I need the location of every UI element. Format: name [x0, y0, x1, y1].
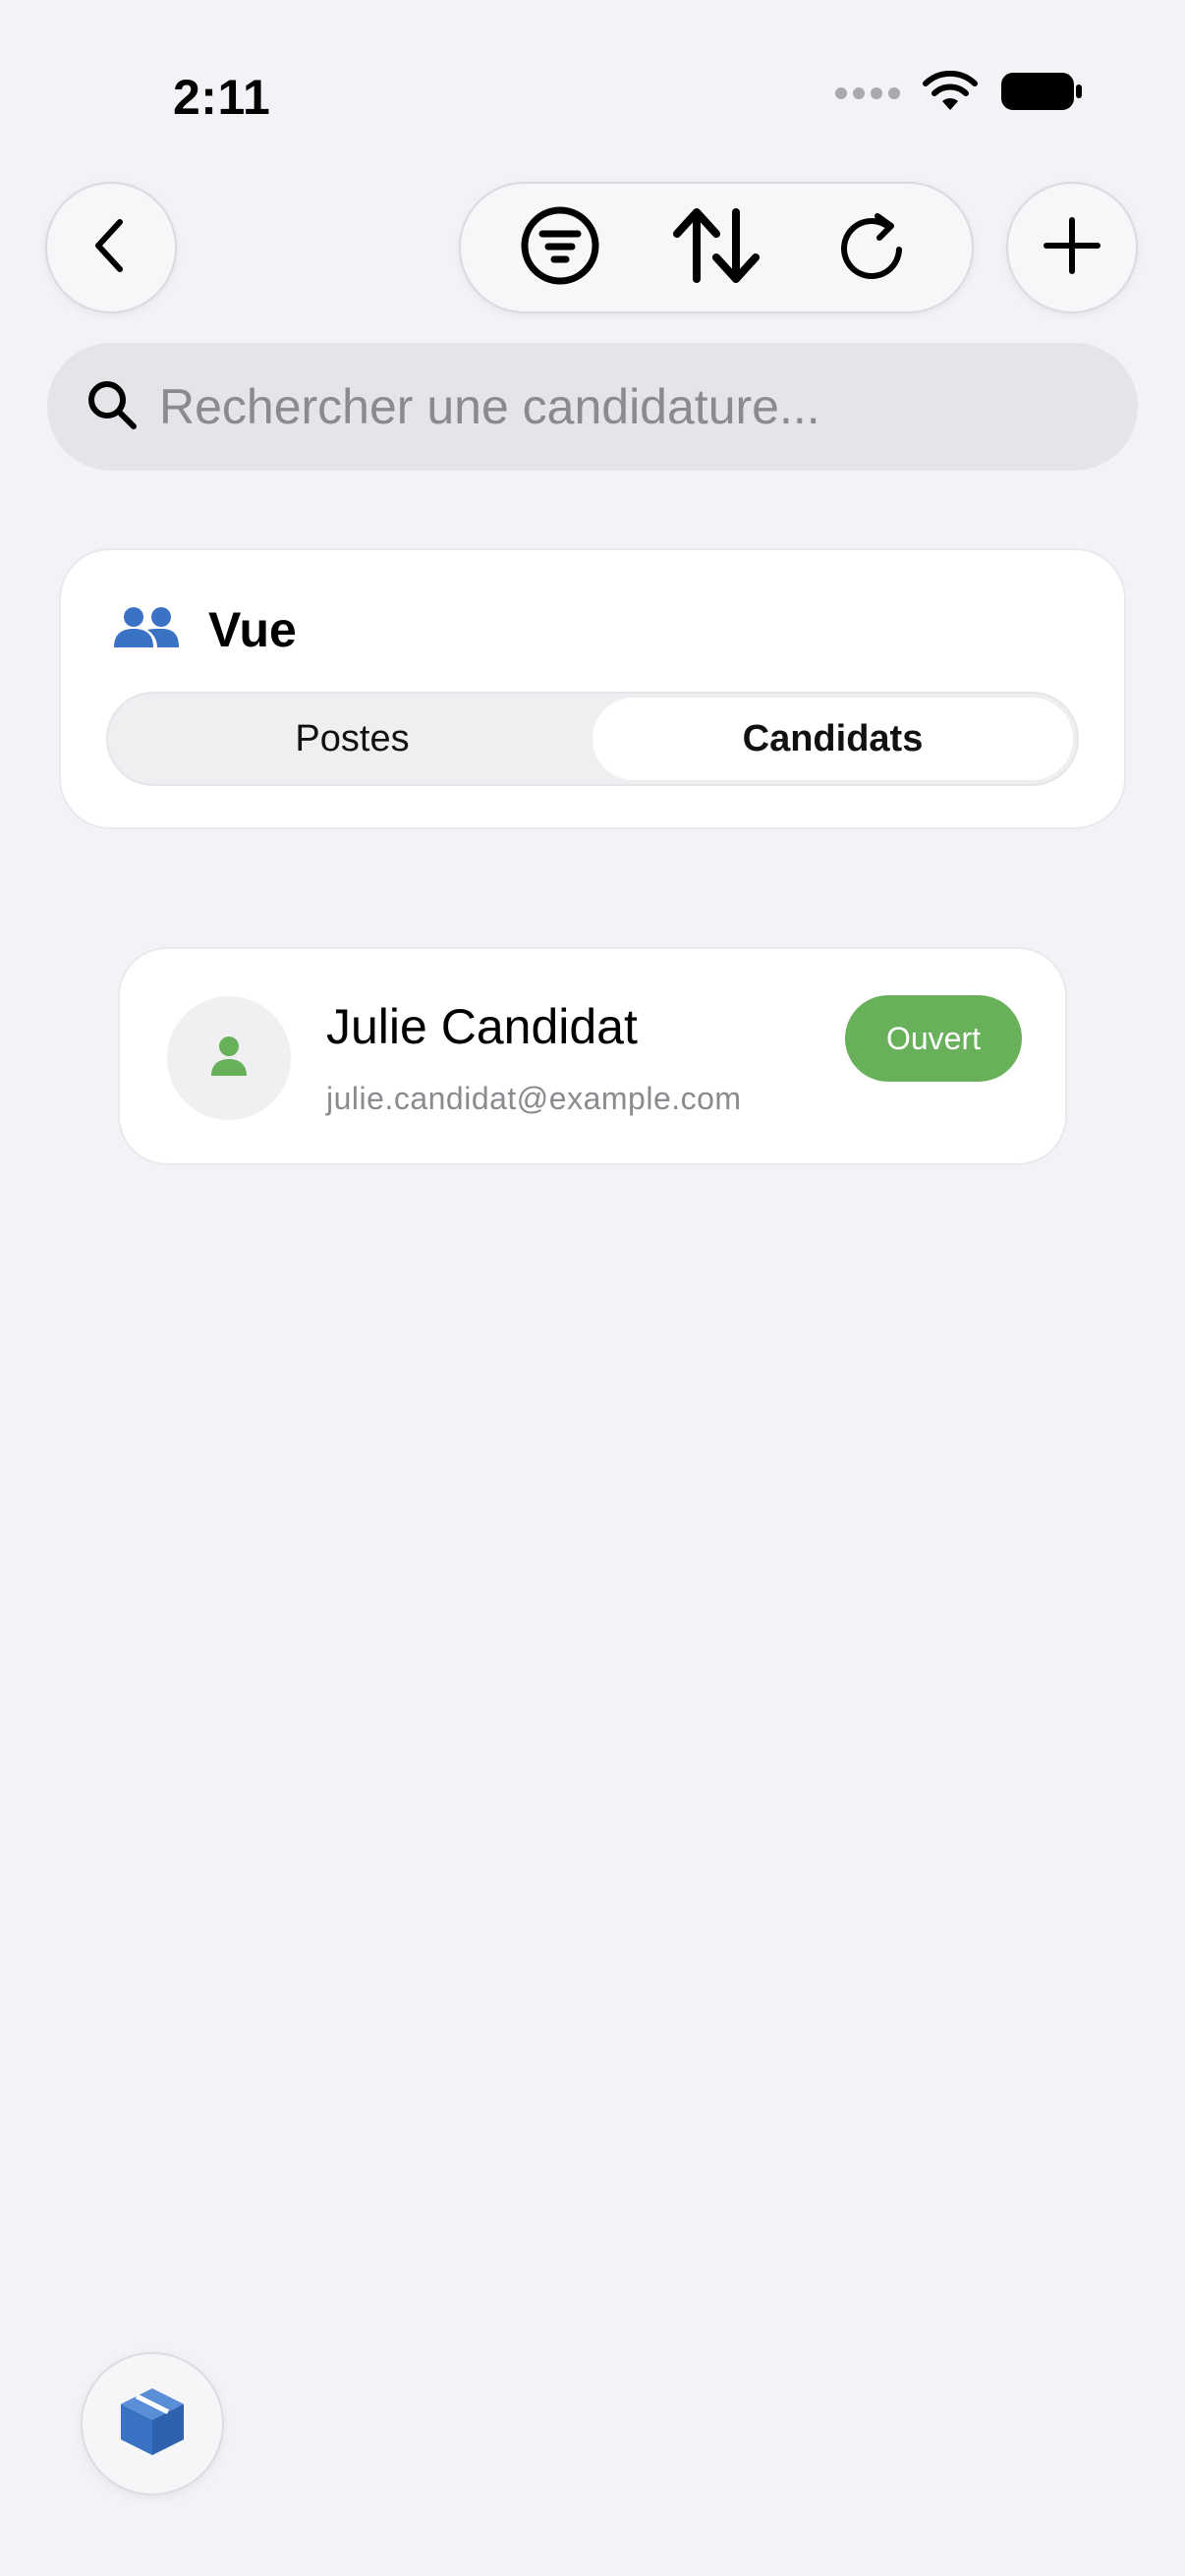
back-button[interactable] [45, 182, 177, 313]
candidatures-screen: 2:11 Rechercher une candidature... Vue P… [0, 0, 1185, 2576]
sort-button[interactable] [657, 189, 775, 307]
status-icons [835, 70, 1083, 117]
view-segmented-control: Postes Candidats [106, 692, 1079, 786]
people-icon [112, 604, 181, 656]
signal-dots-icon [835, 87, 900, 99]
plus-icon [1043, 216, 1101, 280]
avatar [167, 996, 291, 1120]
segment-postes[interactable]: Postes [112, 698, 592, 780]
view-title: Vue [208, 602, 297, 657]
toolbar-actions [459, 182, 974, 313]
refresh-icon [838, 210, 907, 286]
filter-button[interactable] [501, 189, 619, 307]
candidate-card[interactable]: Julie Candidat julie.candidat@example.co… [118, 947, 1067, 1165]
search-bar [47, 343, 1138, 471]
candidate-name: Julie Candidat [326, 999, 638, 1054]
sort-arrows-icon [669, 206, 763, 290]
battery-icon [1000, 71, 1083, 117]
person-icon [209, 1036, 249, 1082]
chevron-left-icon [86, 216, 136, 280]
search-input[interactable] [159, 378, 1102, 435]
segment-candidats[interactable]: Candidats [592, 698, 1073, 780]
status-badge: Ouvert [845, 995, 1022, 1082]
status-time: 2:11 [173, 70, 271, 125]
filter-lines-icon [520, 205, 600, 291]
floating-action-button[interactable] [81, 2352, 224, 2495]
search-icon [86, 379, 138, 435]
refresh-button[interactable] [814, 189, 931, 307]
add-button[interactable] [1006, 182, 1138, 313]
wifi-icon [922, 70, 979, 117]
cube-icon [117, 2384, 188, 2464]
view-header: Vue [112, 601, 297, 658]
candidate-email: julie.candidat@example.com [326, 1081, 742, 1116]
view-card: Vue Postes Candidats [59, 548, 1126, 829]
